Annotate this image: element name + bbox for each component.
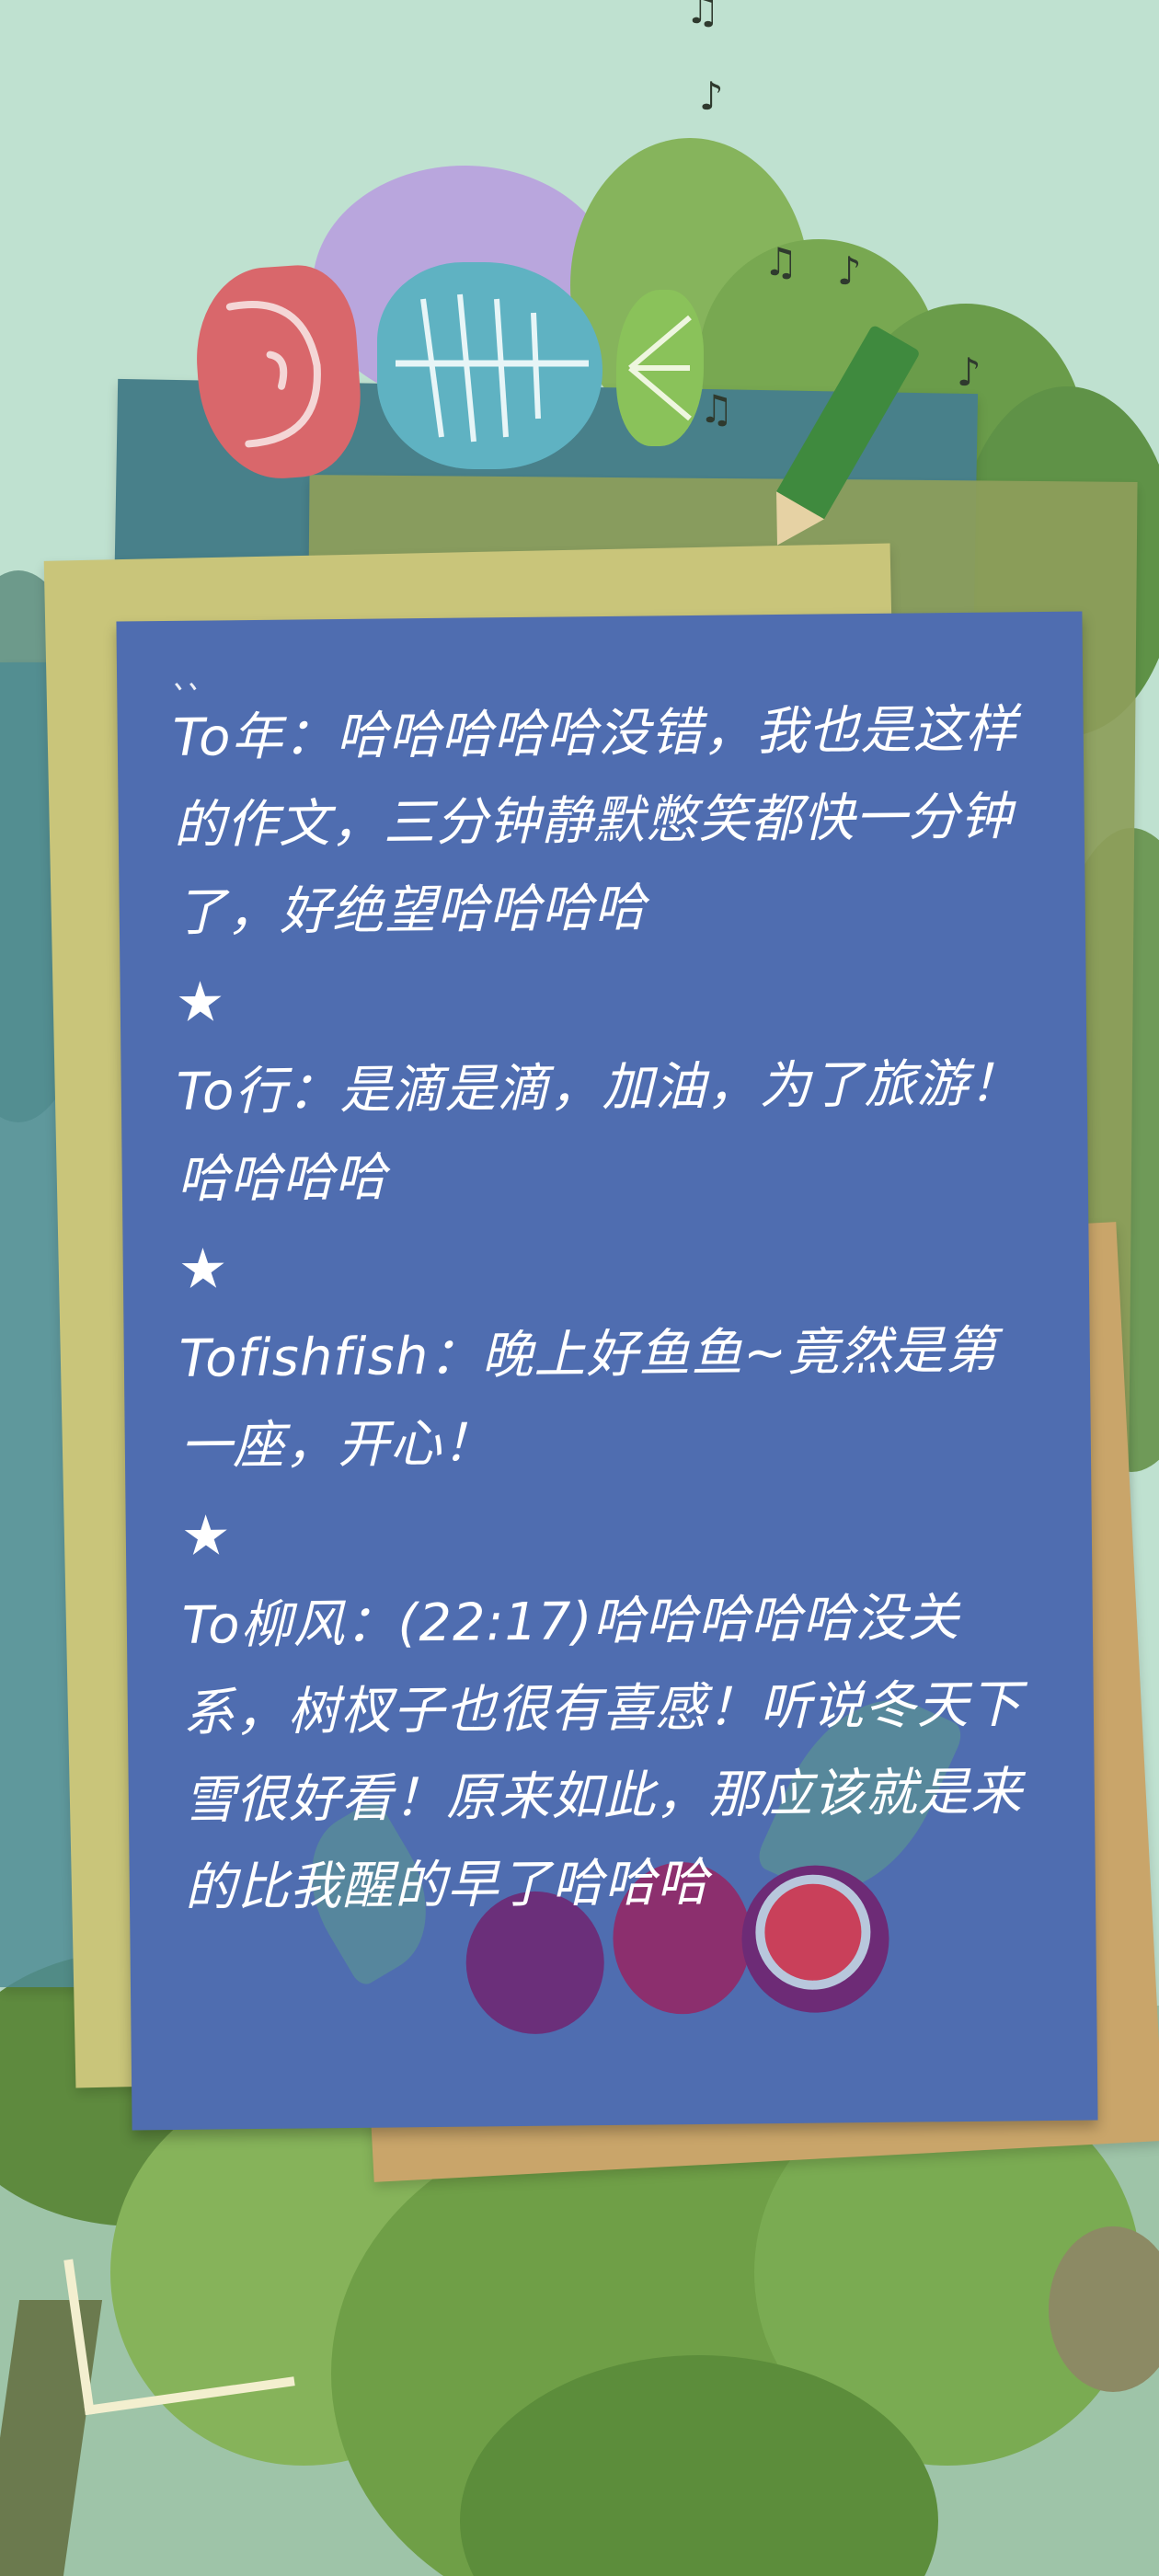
picture-frame-corner <box>63 2230 295 2416</box>
star-icon: ★ <box>175 970 226 1035</box>
fish-bone-stone <box>377 262 602 469</box>
music-note-icon: ♪ <box>699 74 724 119</box>
fish-bone-icon <box>396 293 589 443</box>
music-note-icon: ♪ <box>837 248 862 293</box>
music-note-icon: ♫ <box>763 239 798 284</box>
comment-text: Tofishfish：晚上好鱼鱼~竟然是第一座，开心！ <box>178 1320 998 1477</box>
comment-text: To年：哈哈哈哈哈没错，我也是这样的作文，三分钟静默憋笑都快一分钟了，好绝望哈哈… <box>172 699 1018 943</box>
fish-tail-stone <box>616 290 704 446</box>
music-note-icon: ♪ <box>957 350 981 395</box>
comment-text: To行：是滴是滴，加油，为了旅游！哈哈哈哈 <box>176 1053 1022 1210</box>
scene: ♫ ♪ ♫ ♪ ♪ ♫ 、、 To年：哈哈哈哈哈没错，我也是这样的作文，三分钟静… <box>0 0 1159 2576</box>
star-icon: ★ <box>178 1236 229 1302</box>
fish-tail-icon <box>628 315 692 421</box>
fish-head-icon <box>225 300 321 448</box>
fish-head-stone <box>190 261 366 484</box>
comment-text: To柳风：(22:17)哈哈哈哈哈没关系，树杈子也很有喜感！听说冬天下雪很好看！… <box>181 1588 1024 1918</box>
comment-list: 、、 To年：哈哈哈哈哈没错，我也是这样的作文，三分钟静默憋笑都快一分钟了，好绝… <box>172 658 1031 1932</box>
star-icon: ★ <box>180 1503 233 1569</box>
music-note-icon: ♫ <box>685 0 720 32</box>
comment-note-card: 、、 To年：哈哈哈哈哈没错，我也是这样的作文，三分钟静默憋笑都快一分钟了，好绝… <box>116 611 1098 2131</box>
music-note-icon: ♫ <box>699 386 734 431</box>
